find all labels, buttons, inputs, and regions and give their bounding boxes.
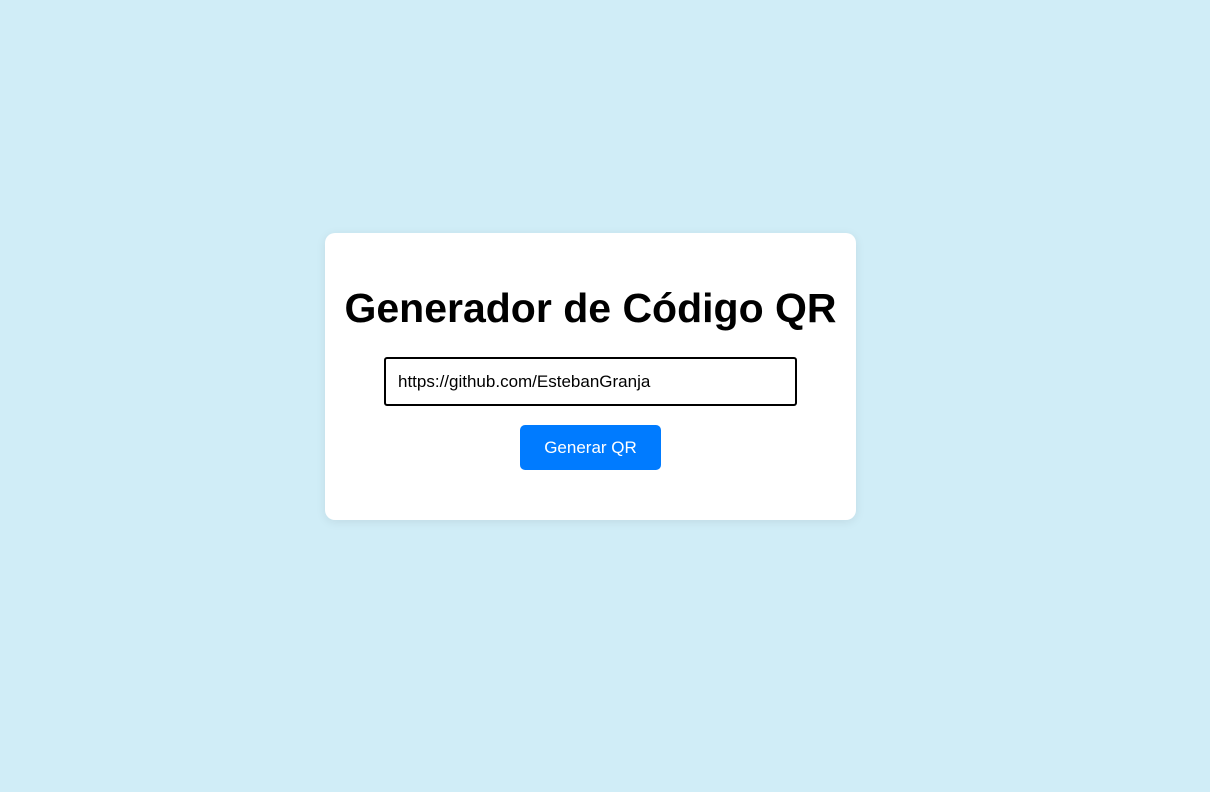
page-title: Generador de Código QR (344, 285, 837, 331)
page-background: { "card": { "title": "Generador de Códig… (0, 0, 1210, 792)
qr-generator-card: Generador de Código QR Generar QR (325, 233, 856, 520)
url-input[interactable] (384, 357, 797, 406)
generate-qr-button[interactable]: Generar QR (520, 425, 661, 470)
